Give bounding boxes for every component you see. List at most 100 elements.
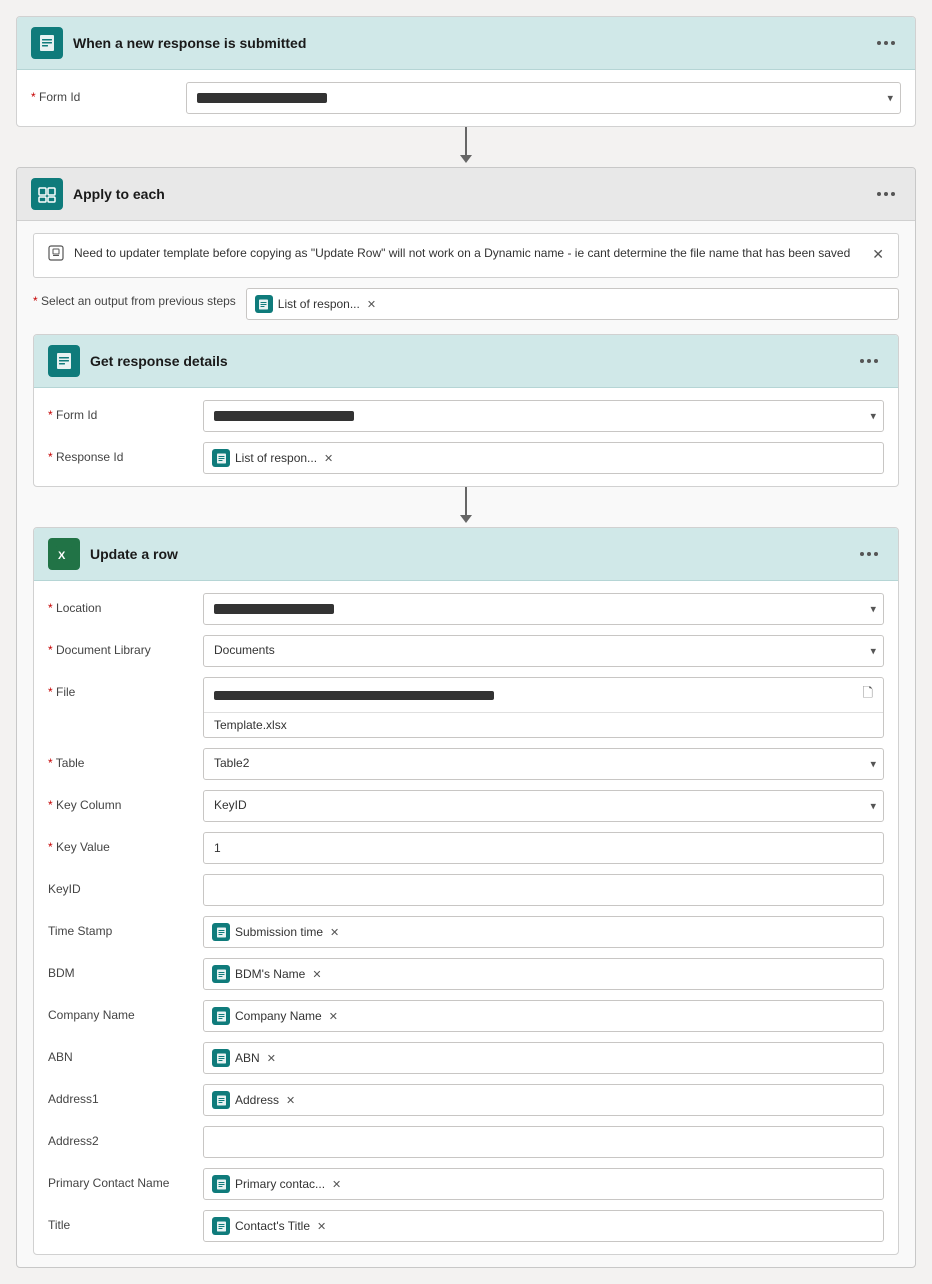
primary-contact-control: Primary contac... ✕ bbox=[203, 1168, 884, 1200]
timestamp-label: Time Stamp bbox=[48, 916, 193, 938]
key-value-label: Key Value bbox=[48, 832, 193, 854]
company-name-tag-icon bbox=[212, 1007, 230, 1025]
key-column-row: Key Column KeyID ▾ bbox=[48, 790, 884, 822]
forms-icon bbox=[31, 27, 63, 59]
address2-control bbox=[203, 1126, 884, 1158]
address1-tag: Address ✕ bbox=[212, 1091, 295, 1109]
file-path-text bbox=[214, 689, 494, 701]
title-tag-close[interactable]: ✕ bbox=[317, 1220, 326, 1233]
form-id-dropdown[interactable] bbox=[186, 82, 901, 114]
output-tag-label: List of respon... bbox=[278, 297, 360, 311]
abn-control: ABN ✕ bbox=[203, 1042, 884, 1074]
timestamp-tag-field[interactable]: Submission time ✕ bbox=[203, 916, 884, 948]
timestamp-row: Time Stamp bbox=[48, 916, 884, 948]
primary-contact-tag-close[interactable]: ✕ bbox=[332, 1178, 341, 1191]
doc-library-dropdown[interactable]: Documents bbox=[203, 635, 884, 667]
title-control: Contact's Title ✕ bbox=[203, 1210, 884, 1242]
trigger-ellipsis-btn[interactable] bbox=[871, 37, 901, 49]
table-control: Table2 ▾ bbox=[203, 748, 884, 780]
gr-response-id-label: Response Id bbox=[48, 442, 193, 464]
bdm-control: BDM's Name ✕ bbox=[203, 958, 884, 990]
flow-container: When a new response is submitted Form Id… bbox=[16, 16, 916, 1268]
file-label: File bbox=[48, 677, 193, 699]
doc-library-control: Documents ▾ bbox=[203, 635, 884, 667]
bdm-tag-field[interactable]: BDM's Name ✕ bbox=[203, 958, 884, 990]
apply-each-ellipsis-btn[interactable] bbox=[871, 188, 901, 200]
keyid-row: KeyID bbox=[48, 874, 884, 906]
bdm-tag-close[interactable]: ✕ bbox=[312, 968, 321, 981]
address1-tag-field[interactable]: Address ✕ bbox=[203, 1084, 884, 1116]
get-response-card: Get response details Form Id bbox=[33, 334, 899, 487]
location-control: ▾ bbox=[203, 593, 884, 625]
company-name-tag-field[interactable]: Company Name ✕ bbox=[203, 1000, 884, 1032]
get-response-ellipsis-btn[interactable] bbox=[854, 355, 884, 367]
update-row-header-left: X Update a row bbox=[48, 538, 178, 570]
warning-icon bbox=[48, 245, 64, 267]
update-row-ellipsis-btn[interactable] bbox=[854, 548, 884, 560]
inner-cards: Get response details Form Id bbox=[33, 334, 899, 1255]
file-browse-icon[interactable]: 🗋 bbox=[863, 684, 873, 706]
location-dropdown[interactable] bbox=[203, 593, 884, 625]
output-selector: * Select an output from previous steps bbox=[33, 288, 899, 320]
title-tag-field[interactable]: Contact's Title ✕ bbox=[203, 1210, 884, 1242]
key-column-dropdown-wrapper: KeyID ▾ bbox=[203, 790, 884, 822]
table-label: Table bbox=[48, 748, 193, 770]
primary-contact-tag-field[interactable]: Primary contac... ✕ bbox=[203, 1168, 884, 1200]
trigger-card: When a new response is submitted Form Id… bbox=[16, 16, 916, 127]
keyid-input[interactable] bbox=[203, 874, 884, 906]
arrow-1 bbox=[460, 127, 472, 167]
timestamp-tag: Submission time ✕ bbox=[212, 923, 339, 941]
output-tag-field[interactable]: List of respon... ✕ bbox=[246, 288, 899, 320]
abn-label: ABN bbox=[48, 1042, 193, 1064]
address1-tag-label: Address bbox=[235, 1093, 279, 1107]
gr-response-id-tag-close[interactable]: ✕ bbox=[324, 452, 333, 465]
abn-tag-field[interactable]: ABN ✕ bbox=[203, 1042, 884, 1074]
abn-tag-label: ABN bbox=[235, 1051, 260, 1065]
key-column-dropdown[interactable]: KeyID bbox=[203, 790, 884, 822]
warning-close-icon[interactable]: ✕ bbox=[872, 244, 884, 265]
abn-tag-close[interactable]: ✕ bbox=[267, 1052, 276, 1065]
arrow-2 bbox=[460, 487, 472, 527]
company-name-tag: Company Name ✕ bbox=[212, 1007, 338, 1025]
keyid-label: KeyID bbox=[48, 874, 193, 896]
address1-tag-close[interactable]: ✕ bbox=[286, 1094, 295, 1107]
get-response-title: Get response details bbox=[90, 353, 228, 369]
warning-banner: Need to updater template before copying … bbox=[33, 233, 899, 278]
gr-response-id-tag-field[interactable]: List of respon... ✕ bbox=[203, 442, 884, 474]
file-name-row: Template.xlsx bbox=[204, 713, 883, 737]
abn-tag-icon bbox=[212, 1049, 230, 1067]
company-name-control: Company Name ✕ bbox=[203, 1000, 884, 1032]
timestamp-tag-close[interactable]: ✕ bbox=[330, 926, 339, 939]
key-value-row: Key Value bbox=[48, 832, 884, 864]
title-tag-label: Contact's Title bbox=[235, 1219, 310, 1233]
primary-contact-tag-icon bbox=[212, 1175, 230, 1193]
file-control: 🗋 Template.xlsx bbox=[203, 677, 884, 738]
output-label: * Select an output from previous steps bbox=[33, 288, 236, 308]
address1-tag-icon bbox=[212, 1091, 230, 1109]
key-value-input[interactable] bbox=[203, 832, 884, 864]
address2-input[interactable] bbox=[203, 1126, 884, 1158]
update-row-title: Update a row bbox=[90, 546, 178, 562]
address2-label: Address2 bbox=[48, 1126, 193, 1148]
primary-contact-row: Primary Contact Name bbox=[48, 1168, 884, 1200]
form-id-control: ▾ bbox=[186, 82, 901, 114]
output-tag-close[interactable]: ✕ bbox=[367, 298, 376, 311]
form-id-label: Form Id bbox=[31, 82, 176, 104]
location-label: Location bbox=[48, 593, 193, 615]
address1-row: Address1 bbox=[48, 1084, 884, 1116]
gr-form-id-dropdown[interactable] bbox=[203, 400, 884, 432]
excel-icon: X bbox=[48, 538, 80, 570]
update-row-card: X Update a row Location bbox=[33, 527, 899, 1255]
title-row: Title bbox=[48, 1210, 884, 1242]
file-row: File 🗋 Template.xlsx bbox=[48, 677, 884, 738]
company-name-tag-close[interactable]: ✕ bbox=[329, 1010, 338, 1023]
title-tag-icon bbox=[212, 1217, 230, 1235]
gr-response-id-control: List of respon... ✕ bbox=[203, 442, 884, 474]
file-path-row: 🗋 bbox=[204, 678, 883, 713]
location-dropdown-wrapper: ▾ bbox=[203, 593, 884, 625]
location-row: Location ▾ bbox=[48, 593, 884, 625]
address2-row: Address2 bbox=[48, 1126, 884, 1158]
output-tag-icon bbox=[255, 295, 273, 313]
apply-each-header: Apply to each bbox=[17, 168, 915, 221]
table-dropdown[interactable]: Table2 bbox=[203, 748, 884, 780]
